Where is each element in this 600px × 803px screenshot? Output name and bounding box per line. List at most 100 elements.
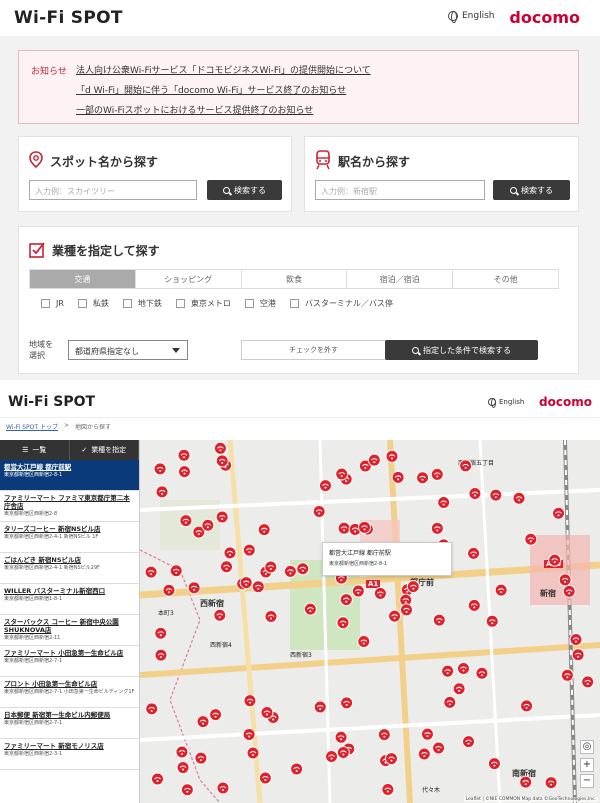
wifi-pin-icon[interactable]	[558, 573, 572, 587]
wifi-pin-icon[interactable]	[283, 564, 297, 578]
list-item[interactable]: 都営大江戸線 都庁前駅 東京都新宿区西新宿2-8-1	[0, 460, 139, 491]
region-select[interactable]: 都道府県指定なし	[68, 340, 188, 360]
language-link[interactable]: English	[488, 398, 524, 408]
wifi-pin-icon[interactable]	[544, 776, 558, 790]
breadcrumb-home[interactable]: Wi-Fi SPOT トップ	[6, 422, 58, 431]
wifi-pin-icon[interactable]	[420, 727, 434, 741]
checkbox[interactable]	[289, 299, 299, 308]
wifi-pin-icon[interactable]	[385, 449, 399, 463]
wifi-pin-icon[interactable]	[432, 613, 446, 627]
wifi-pin-icon[interactable]	[242, 543, 256, 557]
tab-list[interactable]: ☰ 一覧	[0, 440, 70, 460]
tab-shopping[interactable]: ショッピング	[135, 270, 242, 288]
wifi-pin-icon[interactable]	[290, 762, 304, 776]
site-logo[interactable]: Wi-Fi SPOT	[14, 8, 123, 28]
wifi-pin-icon[interactable]	[303, 602, 317, 616]
wifi-pin-icon[interactable]	[213, 608, 227, 622]
station-name-input[interactable]: 入力例：新宿駅	[315, 180, 485, 200]
wifi-pin-icon[interactable]	[313, 700, 327, 714]
filter-search-button[interactable]: 指定した条件で検索する	[385, 340, 538, 360]
list-item[interactable]: ファミリーマート 新宿モノリス店 東京都新宿区西新宿2-3-1	[0, 739, 139, 770]
wifi-pin-icon[interactable]	[334, 730, 348, 744]
spot-popup[interactable]: 都営大江戸線 都庁前駅 東京都新宿区西新宿2-8-1	[322, 542, 452, 576]
wifi-pin-icon[interactable]	[201, 518, 215, 532]
wifi-pin-icon[interactable]	[154, 648, 168, 662]
tab-other[interactable]: その他	[453, 270, 558, 288]
wifi-pin-icon[interactable]	[467, 598, 481, 612]
notice-link-3[interactable]: 一部のWi-Fiスポットにおけるサービス提供終了のお知らせ	[76, 103, 313, 116]
list-item[interactable]: ファミリーマート 小田急第一生命ビル店 東京都新宿区西新宿2-7-1	[0, 646, 139, 677]
wifi-pin-icon[interactable]	[264, 609, 278, 623]
wifi-pin-icon[interactable]	[475, 666, 489, 680]
wifi-pin-icon[interactable]	[155, 485, 169, 499]
wifi-pin-icon[interactable]	[219, 560, 233, 574]
docomo-logo[interactable]: docomo	[539, 395, 592, 409]
wifi-pin-icon[interactable]	[242, 728, 256, 742]
wifi-pin-icon[interactable]	[560, 668, 574, 682]
wifi-pin-icon[interactable]	[452, 682, 466, 696]
wifi-pin-icon[interactable]	[187, 581, 201, 595]
check-private-rail[interactable]: 私鉄	[77, 298, 109, 309]
wifi-pin-icon[interactable]	[194, 751, 208, 765]
wifi-pin-icon[interactable]	[335, 467, 349, 481]
wifi-pin-icon[interactable]	[406, 580, 420, 594]
wifi-pin-icon[interactable]	[548, 553, 562, 567]
wifi-pin-icon[interactable]	[367, 453, 381, 467]
zoom-out-button[interactable]: −	[580, 774, 594, 788]
wifi-pin-icon[interactable]	[571, 648, 585, 662]
list-item[interactable]: スターバックス コーヒー 新宿中央公園SHUKNOVA店 東京都新宿区西新宿2-1…	[0, 615, 139, 646]
wifi-pin-icon[interactable]	[209, 708, 223, 722]
map-view[interactable]: 西新宿 都庁前 新宿 西新宿五丁目 西新宿4 西新宿3 代々木 南新宿 本町3 …	[140, 440, 600, 803]
list-item[interactable]: プロント 小田急第一生命ビル店 東京都新宿区西新宿2-7-1 小田急第一生命ビルデ…	[0, 677, 139, 708]
wifi-pin-icon[interactable]	[325, 749, 339, 763]
wifi-pin-icon[interactable]	[150, 772, 164, 786]
tab-food[interactable]: 飲食	[241, 270, 348, 288]
wifi-pin-icon[interactable]	[468, 486, 482, 500]
wifi-pin-icon[interactable]	[351, 584, 365, 598]
wifi-pin-icon[interactable]	[196, 715, 210, 729]
wifi-pin-icon[interactable]	[552, 506, 566, 520]
wifi-pin-icon[interactable]	[384, 752, 398, 766]
wifi-pin-icon[interactable]	[154, 626, 168, 640]
wifi-pin-icon[interactable]	[312, 504, 326, 518]
wifi-pin-icon[interactable]	[432, 741, 446, 755]
wifi-pin-icon[interactable]	[520, 699, 534, 713]
wifi-pin-icon[interactable]	[512, 491, 526, 505]
site-logo[interactable]: Wi-Fi SPOT	[8, 394, 95, 410]
wifi-pin-icon[interactable]	[223, 546, 237, 560]
tab-lodging[interactable]: 宿泊／宿泊	[347, 270, 454, 288]
wifi-pin-icon[interactable]	[524, 532, 538, 546]
docomo-logo[interactable]: docomo	[509, 8, 580, 27]
wifi-pin-icon[interactable]	[430, 521, 444, 535]
check-tokyo-metro[interactable]: 東京メトロ	[175, 298, 231, 309]
wifi-pin-icon[interactable]	[216, 781, 230, 795]
wifi-pin-icon[interactable]	[177, 448, 191, 462]
wifi-pin-icon[interactable]	[381, 783, 395, 797]
wifi-pin-icon[interactable]	[215, 510, 229, 524]
locate-button[interactable]: ◎	[580, 740, 594, 754]
wifi-pin-icon[interactable]	[489, 488, 503, 502]
wifi-pin-icon[interactable]	[581, 675, 595, 689]
wifi-pin-icon[interactable]	[215, 454, 229, 468]
wifi-pin-icon[interactable]	[441, 664, 455, 678]
wifi-pin-icon[interactable]	[260, 705, 274, 719]
check-jr[interactable]: JR	[41, 298, 64, 309]
list-item[interactable]: タリーズコーヒー 新宿NSビル店 東京都新宿区西新宿2-4-1 新宿NSビル 1F	[0, 522, 139, 553]
wifi-pin-icon[interactable]	[318, 479, 332, 493]
list-item[interactable]: ごはんどき 新宿NSビル店 東京都新宿区西新宿2-4-1 新宿NSビル29F	[0, 553, 139, 584]
wifi-pin-icon[interactable]	[144, 565, 158, 579]
tab-transport[interactable]: 交通	[30, 270, 136, 288]
wifi-pin-icon[interactable]	[416, 471, 430, 485]
wifi-pin-icon[interactable]	[391, 470, 405, 484]
wifi-pin-icon[interactable]	[258, 771, 272, 785]
wifi-pin-icon[interactable]	[519, 775, 533, 789]
wifi-pin-icon[interactable]	[175, 745, 189, 759]
wifi-pin-icon[interactable]	[251, 580, 265, 594]
zoom-in-button[interactable]: +	[580, 758, 594, 772]
wifi-pin-icon[interactable]	[487, 757, 501, 771]
clear-checks-button[interactable]: チェックを外す	[241, 340, 386, 360]
wifi-pin-icon[interactable]	[388, 609, 402, 623]
notice-link-2[interactable]: 「d Wi-Fi」開始に伴う「docomo Wi-Fi」サービス終了のお知らせ	[76, 83, 346, 96]
wifi-pin-icon[interactable]	[180, 783, 194, 797]
wifi-pin-icon[interactable]	[145, 702, 159, 716]
